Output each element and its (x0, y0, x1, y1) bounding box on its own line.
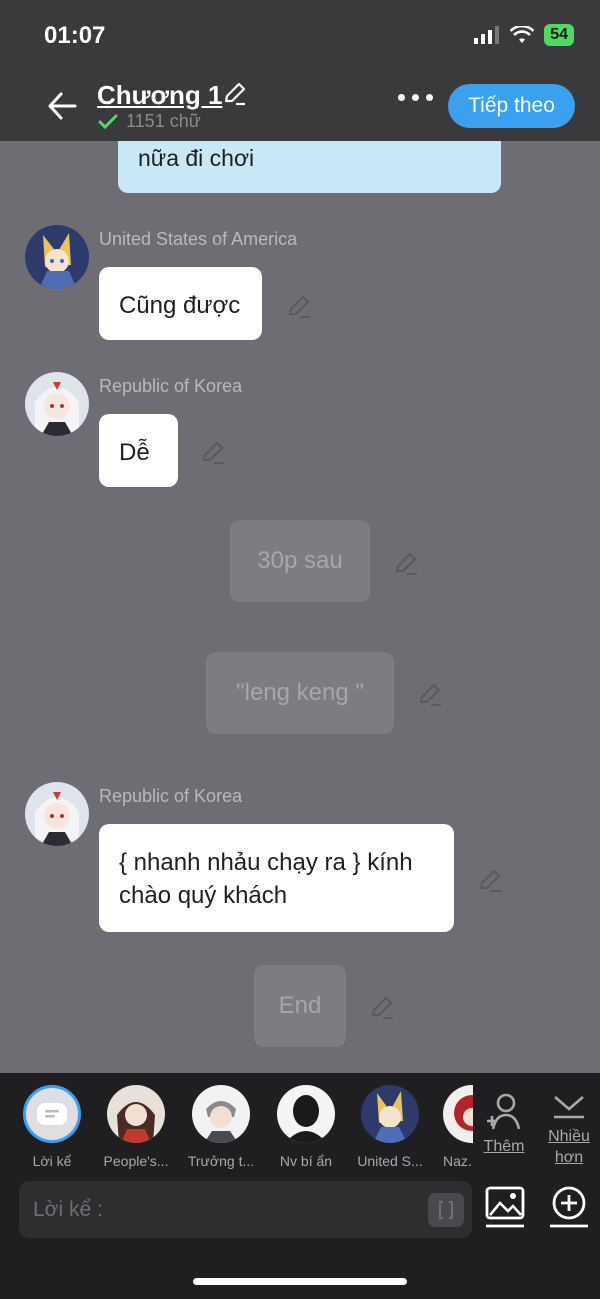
speaker-name: Republic of Korea (99, 376, 243, 396)
character-avatar (443, 1085, 473, 1143)
character-avatar (107, 1085, 165, 1143)
character-name: Nv bí ẩn (279, 1153, 333, 1169)
bracket-icon (439, 1201, 453, 1219)
home-indicator[interactable] (193, 1278, 407, 1285)
chat-message[interactable]: Cũng được (99, 267, 262, 340)
edit-title-button[interactable] (222, 80, 248, 111)
narrator-icon (23, 1085, 81, 1143)
edit-message-icon[interactable] (201, 439, 227, 465)
character-name: Naz... (443, 1153, 473, 1169)
chapter-title[interactable]: Chương 1 (97, 80, 222, 111)
character-truong[interactable]: Trưởng t... (188, 1085, 254, 1169)
speaker-name: Republic of Korea (99, 786, 243, 806)
character-name: People's... (103, 1153, 169, 1169)
character-mystery[interactable]: Nv bí ẩn (275, 1085, 337, 1169)
battery-indicator: 54 (544, 24, 574, 46)
narration-message[interactable]: End (254, 965, 346, 1047)
character-narrator[interactable]: Lời kể (21, 1085, 83, 1169)
chevron-down-icon (554, 1096, 584, 1119)
narration-message[interactable]: "leng keng " (206, 652, 394, 734)
character-name: Lời kể (32, 1153, 72, 1169)
avatar-korea[interactable] (25, 782, 89, 846)
message-input-box[interactable] (19, 1181, 472, 1238)
character-avatar (192, 1085, 250, 1143)
more-characters-label: Nhiều hơn (548, 1128, 590, 1166)
top-bar: 01:07 54 Chương 1 1151 chữ Tiếp theo (0, 0, 600, 141)
edit-message-icon[interactable] (478, 867, 504, 893)
status-icons: 54 (474, 24, 574, 46)
back-button[interactable] (40, 84, 84, 128)
edit-message-icon[interactable] (418, 681, 444, 707)
word-count: 1151 chữ (98, 111, 201, 132)
status-time: 01:07 (44, 22, 106, 49)
add-character-button[interactable]: Thêm (481, 1091, 527, 1156)
plus-circle-icon (550, 1186, 588, 1228)
message-input[interactable] (19, 1181, 399, 1238)
image-icon (485, 1186, 525, 1228)
add-content-button[interactable] (548, 1185, 590, 1229)
character-people[interactable]: People's... (104, 1085, 168, 1169)
add-character-label: Thêm (483, 1138, 525, 1155)
pencil-icon (224, 82, 246, 106)
character-name: Trưởng t... (187, 1153, 255, 1169)
back-arrow-icon (48, 92, 77, 120)
edit-message-icon[interactable] (394, 550, 420, 576)
signal-icon (474, 26, 500, 44)
input-mode-button[interactable] (428, 1193, 464, 1227)
insert-image-button[interactable] (484, 1185, 526, 1229)
word-count-label: 1151 chữ (126, 111, 201, 131)
avatar-korea[interactable] (25, 372, 89, 436)
add-person-icon (487, 1093, 521, 1130)
more-characters-button[interactable]: Nhiều hơn (546, 1091, 592, 1168)
more-options-icon[interactable] (398, 94, 433, 101)
user-bubble[interactable]: nữa đi chơi (118, 141, 501, 193)
chat-area[interactable]: nữa đi chơi United States of America Cũn… (0, 141, 600, 1073)
chat-message[interactable]: { nhanh nhảu chạy ra } kính chào quý khá… (99, 824, 454, 932)
avatar-united-states[interactable] (25, 225, 89, 289)
narration-message[interactable]: 30p sau (230, 520, 370, 602)
wifi-icon (510, 26, 535, 43)
edit-message-icon[interactable] (370, 994, 396, 1020)
speaker-name: United States of America (99, 229, 298, 249)
character-tray: Lời kể People's... Trưởng t... Nv bí ẩn (0, 1073, 600, 1299)
edit-message-icon[interactable] (287, 293, 313, 319)
character-name: United S... (357, 1153, 423, 1169)
character-united-states[interactable]: United S... (357, 1085, 423, 1169)
next-chapter-button[interactable]: Tiếp theo (448, 84, 575, 128)
character-avatar (361, 1085, 419, 1143)
check-icon (98, 114, 118, 129)
chat-message[interactable]: Dễ (99, 414, 178, 487)
character-avatar (277, 1085, 335, 1143)
character-naz[interactable]: Naz... (443, 1085, 473, 1169)
